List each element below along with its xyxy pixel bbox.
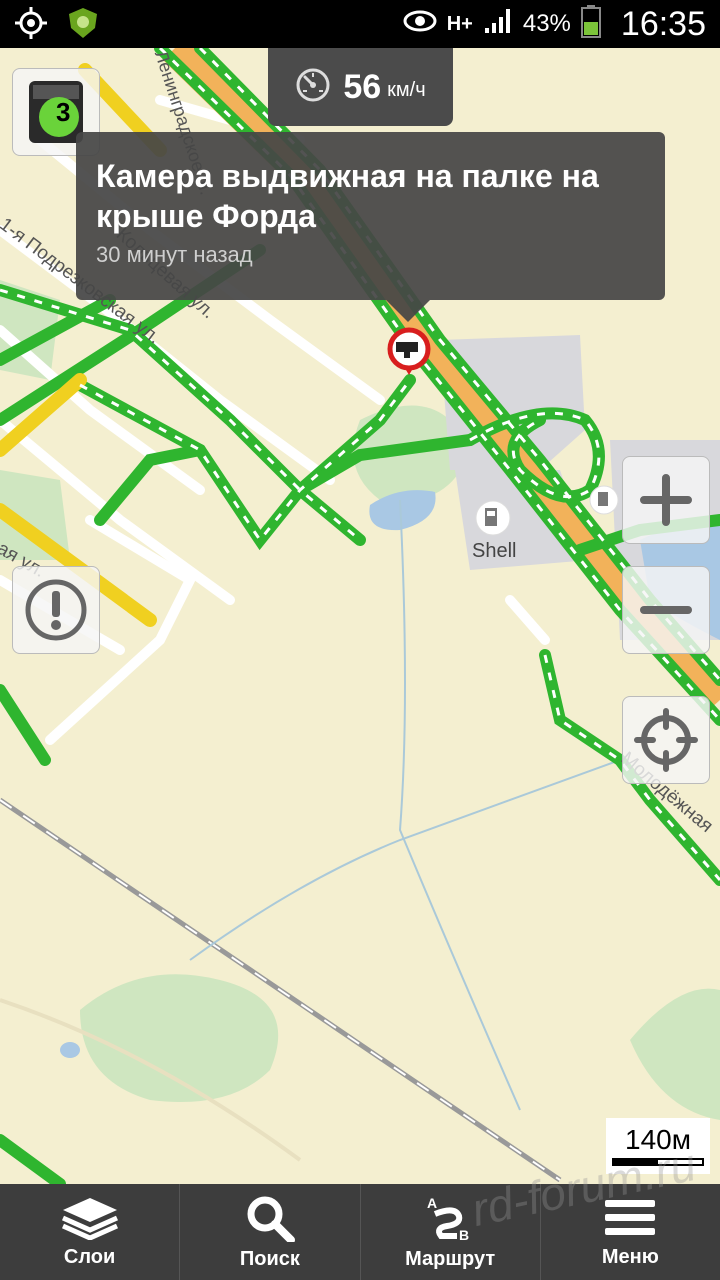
popup-title: Камера выдвижная на палке на крыше Форда <box>96 158 599 234</box>
my-location-button[interactable] <box>622 696 710 784</box>
svg-text:A: A <box>427 1195 437 1211</box>
locate-icon <box>634 708 698 772</box>
plus-icon <box>640 474 692 526</box>
app-shield-icon <box>66 6 100 45</box>
signal-icon <box>483 7 513 42</box>
speed-value: 56 <box>343 67 382 106</box>
search-icon <box>247 1196 295 1242</box>
status-bar: H+ 43% 16:35 <box>0 0 720 48</box>
tab-layers[interactable]: Слои <box>0 1184 181 1280</box>
speed-indicator: 56 км/ч <box>268 48 453 126</box>
layers-icon <box>61 1197 118 1240</box>
report-event-button[interactable] <box>12 566 100 654</box>
speedometer-icon <box>295 67 331 108</box>
tab-search[interactable]: Поиск <box>180 1184 361 1280</box>
minus-icon <box>640 606 692 614</box>
gas-station-icon <box>475 500 511 536</box>
eye-icon <box>403 9 437 40</box>
route-icon: A B <box>427 1195 469 1242</box>
clock: 16:35 <box>620 4 706 43</box>
camera-info-popup[interactable]: Камера выдвижная на палке на крыше Форда… <box>76 132 665 322</box>
zoom-in-button[interactable] <box>622 456 710 544</box>
exclamation-icon <box>25 579 87 641</box>
tab-label: Маршрут <box>405 1247 496 1270</box>
popup-time: 30 минут назад <box>96 242 253 267</box>
zoom-out-button[interactable] <box>622 566 710 654</box>
poi-label-shell: Shell <box>472 540 517 562</box>
traffic-level-number: 3 <box>56 97 71 127</box>
popup-tail <box>386 300 430 322</box>
svg-text:B: B <box>459 1227 469 1242</box>
battery-percent: 43% <box>522 10 571 37</box>
gps-icon <box>14 6 48 45</box>
tab-label: Поиск <box>239 1247 300 1270</box>
battery-icon <box>580 4 601 45</box>
tab-label: Меню <box>601 1245 659 1268</box>
network-type: H+ <box>446 12 473 35</box>
speed-unit: км/ч <box>387 78 426 101</box>
tab-label: Слои <box>63 1245 116 1268</box>
